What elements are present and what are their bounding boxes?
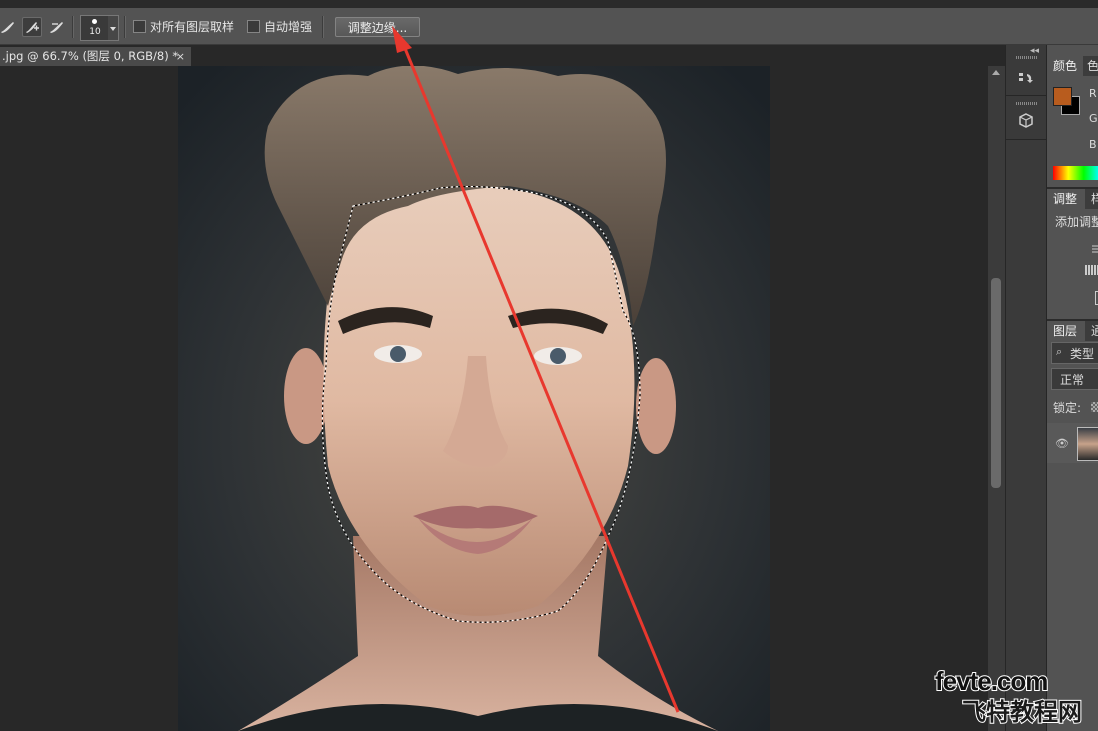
brightness-icon[interactable] [1091,239,1098,253]
document-tab[interactable]: .jpg @ 66.7% (图层 0, RGB/8) * × [0,47,191,66]
tab-adjustments[interactable]: 调整 [1047,189,1085,209]
document-title: .jpg @ 66.7% (图层 0, RGB/8) * [2,49,179,63]
collapse-panels-icon[interactable]: ◂◂ [1030,46,1039,56]
search-icon: ⌕ [1056,345,1063,358]
divider [124,16,126,38]
tab-color[interactable]: 颜色 [1047,56,1083,76]
subtract-from-selection-icon[interactable] [47,17,67,37]
auto-enhance-label: 自动增强 [264,20,313,34]
kind-filter-label: 类型 [1070,347,1095,361]
lock-label: 锁定: [1053,401,1082,415]
auto-enhance-checkbox[interactable] [247,20,260,33]
levels-icon[interactable] [1085,265,1098,275]
vertical-scrollbar[interactable] [988,66,1005,731]
tab-styles[interactable]: 样 [1091,189,1098,209]
eye-icon[interactable]: 👁 [1055,437,1069,450]
tab-swatches[interactable]: 色 [1087,56,1098,76]
panel-dock [1005,45,1047,731]
scroll-up-icon[interactable] [992,70,1000,75]
dock-grip[interactable] [1016,56,1038,59]
add-adjustment-label: 添加调整 [1055,215,1098,229]
dock-grip[interactable] [1016,102,1038,105]
sample-all-layers-checkbox[interactable] [133,20,146,33]
3d-cube-icon[interactable] [1016,111,1036,131]
channel-g-label: G [1089,112,1098,125]
blend-mode-select[interactable]: 正常 [1051,368,1098,390]
dock-divider [1006,139,1047,140]
layer-kind-filter[interactable]: ⌕ 类型 [1051,342,1098,364]
close-tab-icon[interactable]: × [176,47,185,66]
tab-channels[interactable]: 通 [1091,321,1098,341]
scrollbar-thumb[interactable] [991,278,1001,488]
sample-all-layers-label: 对所有图层取样 [150,20,235,34]
add-to-selection-icon[interactable] [22,17,42,37]
dock-divider [1006,95,1047,96]
lock-transparency-icon[interactable] [1091,402,1098,412]
layer-thumbnail [1077,427,1098,461]
color-spectrum[interactable] [1053,166,1098,180]
brush-size-value: 10 [89,27,101,37]
history-icon[interactable] [1016,69,1036,89]
watermark-logo: fevte.com 飞特教程网 [930,665,1090,727]
brush-dot-icon [92,19,97,24]
layer-row[interactable]: 👁 [1047,423,1098,463]
foreground-color-swatch[interactable] [1053,87,1072,106]
document-tab-bar: .jpg @ 66.7% (图层 0, RGB/8) * × [0,45,1005,66]
menu-bar[interactable] [0,0,1098,8]
tab-layers[interactable]: 图层 [1047,321,1085,341]
brush-dropdown-arrow[interactable] [108,15,119,41]
brush-picker[interactable]: 10 [80,15,110,41]
channel-b-label: B [1089,138,1097,151]
divider [322,16,324,38]
blend-mode-value: 正常 [1060,373,1085,387]
divider [72,16,74,38]
options-bar: 10 对所有图层取样 自动增强 调整边缘... [0,8,1098,45]
refine-edge-button[interactable]: 调整边缘... [335,17,420,37]
right-panels: 颜色 色 R G B 调整 样 添加调整 图层 通 ⌕ 类型 正常 锁定: 👁 [1046,45,1098,731]
watermark-name: 飞特教程网 [961,697,1083,727]
document-image[interactable] [178,66,770,731]
channel-r-label: R [1089,87,1097,100]
brush-tool-icon[interactable] [0,17,18,37]
